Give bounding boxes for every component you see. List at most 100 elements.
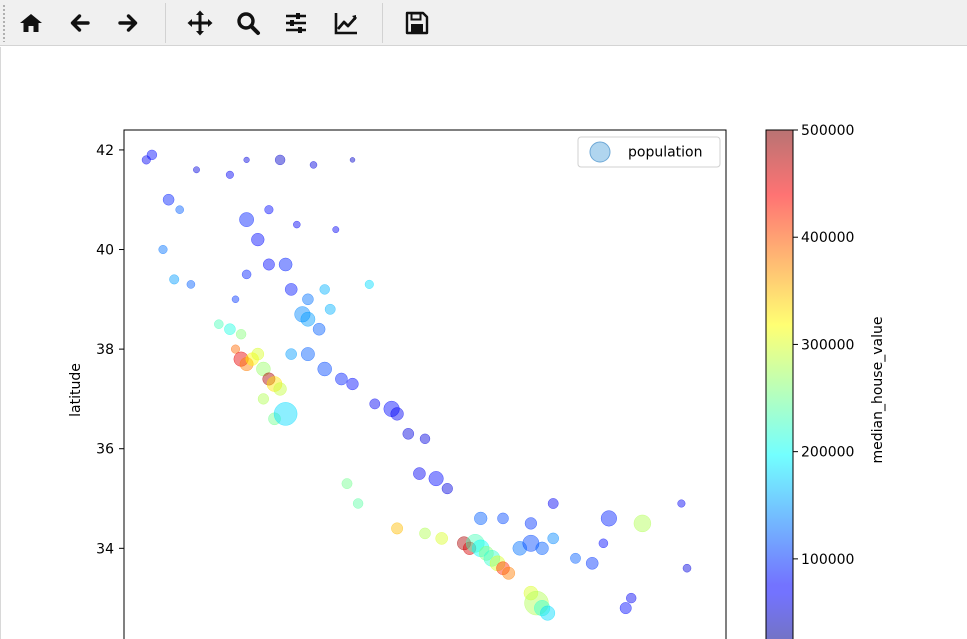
- data-point: [169, 274, 180, 285]
- data-point: [570, 552, 581, 564]
- data-point: [474, 511, 488, 526]
- navigation-toolbar: [0, 0, 967, 46]
- data-point: [369, 398, 381, 410]
- data-point: [585, 556, 599, 570]
- data-point: [413, 467, 426, 480]
- data-point: [300, 311, 316, 327]
- search-icon: [237, 12, 260, 35]
- colorbar-tick-label: 200000: [801, 445, 854, 461]
- colorbar-tick-label: 500000: [801, 123, 854, 139]
- pan-button[interactable]: [181, 4, 219, 42]
- move-icon: [187, 10, 213, 36]
- y-tick-label: 38: [96, 342, 114, 358]
- data-point: [677, 499, 686, 508]
- toolbar-grip[interactable]: [3, 4, 5, 42]
- data-point: [225, 170, 234, 179]
- colorbar: 100000 200000 300000 400000 500000 median_ho…: [765, 123, 886, 639]
- colorbar-gradient: [766, 130, 793, 639]
- toolbar-separator: [165, 3, 166, 43]
- y-tick-label: 36: [96, 442, 114, 458]
- data-point: [231, 295, 240, 304]
- data-point: [682, 563, 692, 573]
- colorbar-tick-label: 300000: [801, 337, 854, 353]
- colorbar-tick-label: 100000: [801, 552, 854, 568]
- data-point: [341, 478, 353, 490]
- line-chart-icon: [334, 13, 358, 35]
- data-point: [262, 258, 275, 271]
- plot-frame: [123, 129, 727, 639]
- data-point: [332, 226, 340, 234]
- y-axis-ticks: 34 36 38 40 42: [96, 143, 124, 557]
- data-point: [364, 279, 374, 289]
- data-point: [390, 407, 404, 421]
- data-point: [285, 348, 297, 360]
- sliders-icon: [286, 13, 306, 33]
- data-point: [257, 393, 269, 405]
- data-point: [193, 166, 200, 174]
- data-point: [241, 269, 252, 280]
- data-point: [419, 527, 431, 540]
- data-point: [264, 205, 274, 215]
- y-axis-label: latitude: [68, 363, 84, 417]
- data-point: [224, 323, 236, 335]
- legend-marker: [589, 141, 611, 163]
- toolbar-separator: [382, 3, 383, 43]
- data-point: [251, 347, 265, 361]
- data-point: [540, 605, 556, 621]
- data-point: [441, 483, 453, 495]
- edit-axis-button[interactable]: [327, 4, 365, 42]
- floppy-disk-icon: [405, 11, 429, 35]
- data-point: [214, 319, 224, 329]
- data-point: [239, 212, 254, 227]
- data-point: [175, 205, 184, 214]
- data-point: [278, 257, 293, 272]
- data-point: [402, 428, 415, 440]
- data-point: [352, 498, 364, 509]
- data-point: [335, 372, 348, 386]
- legend-label: population: [628, 145, 703, 161]
- data-point: [547, 532, 559, 545]
- data-point: [274, 154, 286, 166]
- legend: population: [577, 136, 721, 168]
- configure-subplots-button[interactable]: [277, 4, 315, 42]
- data-point: [146, 149, 158, 161]
- figure-canvas[interactable]: 34 36 38 40 42 latitude population 100000 200…: [0, 47, 967, 639]
- zoom-button[interactable]: [229, 4, 267, 42]
- colorbar-ticks: 100000 200000 300000 400000 500000: [793, 123, 854, 568]
- back-button[interactable]: [61, 4, 99, 42]
- data-point: [502, 566, 516, 580]
- data-point: [158, 244, 168, 255]
- y-tick-label: 34: [96, 541, 114, 557]
- data-point: [598, 538, 609, 549]
- data-point: [251, 232, 265, 247]
- data-point: [346, 377, 359, 391]
- data-point: [317, 361, 332, 377]
- colorbar-tick-label: 400000: [801, 230, 854, 246]
- data-point: [497, 512, 509, 525]
- home-button[interactable]: [12, 4, 50, 42]
- data-point: [349, 157, 356, 163]
- home-icon: [20, 14, 42, 32]
- forward-button[interactable]: [109, 4, 147, 42]
- data-point: [284, 283, 298, 296]
- data-point: [435, 532, 449, 545]
- data-point: [419, 433, 431, 444]
- data-point: [535, 541, 549, 555]
- arrow-right-icon: [118, 14, 138, 32]
- y-tick-label: 42: [96, 143, 114, 159]
- data-point: [302, 293, 314, 306]
- data-point: [300, 347, 315, 362]
- data-point: [600, 510, 617, 527]
- data-point: [626, 592, 637, 604]
- data-point: [312, 322, 326, 336]
- data-point: [186, 280, 196, 289]
- data-point: [235, 329, 247, 340]
- data-point: [309, 161, 318, 169]
- data-point: [547, 498, 559, 509]
- data-point: [524, 517, 538, 530]
- data-point: [162, 193, 175, 206]
- data-point: [293, 220, 301, 229]
- save-button[interactable]: [398, 4, 436, 42]
- data-point: [428, 471, 444, 487]
- colorbar-label: median_house_value: [870, 317, 886, 464]
